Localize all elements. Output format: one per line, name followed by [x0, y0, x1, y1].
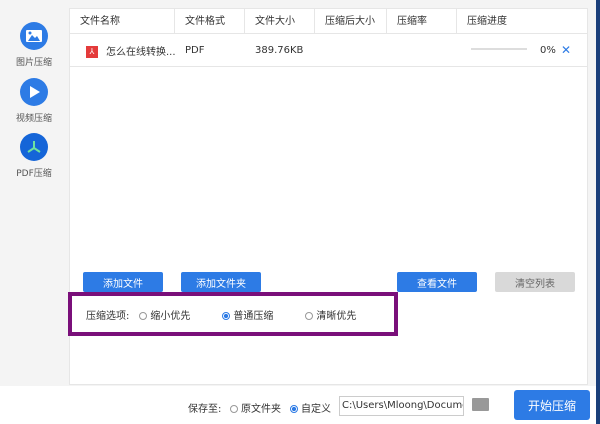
- options-label: 压缩选项:: [86, 310, 130, 322]
- sidebar-item-video-compress[interactable]: 视频压缩: [0, 78, 68, 124]
- save-path-input[interactable]: C:\Users\Mloong\Documents: [339, 396, 464, 416]
- sidebar-item-label: 图片压缩: [15, 58, 52, 68]
- sidebar-item-pdf-compress[interactable]: PDF压缩: [0, 133, 68, 179]
- folder-icon[interactable]: [472, 398, 489, 411]
- remove-file-icon[interactable]: ✕: [561, 43, 571, 57]
- save-custom[interactable]: 自定义: [290, 400, 331, 415]
- window-edge: [596, 0, 600, 424]
- add-folder-button[interactable]: 添加文件夹: [181, 272, 261, 292]
- option-label: 原文件夹: [241, 404, 281, 415]
- option-smallest[interactable]: 缩小优先: [139, 307, 190, 322]
- file-format: PDF: [185, 44, 205, 56]
- column-header: 文件大小: [245, 9, 315, 33]
- sidebar-item-image-compress[interactable]: 图片压缩: [0, 22, 68, 68]
- save-to-label: 保存至:: [188, 404, 222, 415]
- option-normal[interactable]: 普通压缩: [222, 307, 273, 322]
- option-label: 普通压缩: [233, 310, 274, 322]
- option-clarity[interactable]: 清晰优先: [305, 307, 356, 322]
- bottom-bar: 保存至: 原文件夹 自定义: [0, 386, 600, 424]
- pdf-icon: [20, 133, 48, 161]
- column-header: 压缩进度: [467, 16, 507, 27]
- progress-bar: [471, 48, 527, 50]
- sidebar-item-label: PDF压缩: [16, 169, 52, 179]
- radio[interactable]: [290, 405, 298, 413]
- option-label: 缩小优先: [150, 310, 191, 322]
- column-header: 文件格式: [175, 9, 245, 33]
- radio[interactable]: [305, 311, 314, 320]
- table-row[interactable]: ⅄ 怎么在线转换... PDF 389.76KB 0% ✕: [70, 34, 587, 67]
- add-file-button[interactable]: 添加文件: [83, 272, 163, 292]
- view-files-button[interactable]: 查看文件: [397, 272, 477, 292]
- column-header: 文件名称: [70, 9, 175, 33]
- radio[interactable]: [230, 405, 238, 413]
- file-size: 389.76KB: [255, 44, 304, 56]
- file-name: 怎么在线转换...: [106, 46, 176, 58]
- option-label: 自定义: [301, 404, 331, 415]
- column-header: 压缩率: [387, 9, 457, 33]
- table-header: 文件名称 文件格式 文件大小 压缩后大小 压缩率 压缩进度: [70, 9, 587, 34]
- image-icon: [20, 22, 48, 50]
- sidebar: 图片压缩 视频压缩 PDF压缩: [0, 0, 68, 385]
- play-icon: [20, 78, 48, 106]
- column-header: 压缩后大小: [315, 9, 387, 33]
- save-original-folder[interactable]: 原文件夹: [230, 400, 281, 415]
- sidebar-item-label: 视频压缩: [15, 114, 52, 124]
- progress-text: 0%: [540, 45, 556, 56]
- radio[interactable]: [139, 311, 148, 320]
- clear-list-button[interactable]: 清空列表: [495, 272, 575, 292]
- pdf-file-icon: ⅄: [86, 45, 98, 58]
- compression-options: 压缩选项: 缩小优先 普通压缩 清晰优先: [68, 292, 398, 336]
- option-label: 清晰优先: [316, 310, 357, 322]
- start-compress-button[interactable]: 开始压缩: [514, 390, 590, 420]
- radio[interactable]: [222, 311, 231, 320]
